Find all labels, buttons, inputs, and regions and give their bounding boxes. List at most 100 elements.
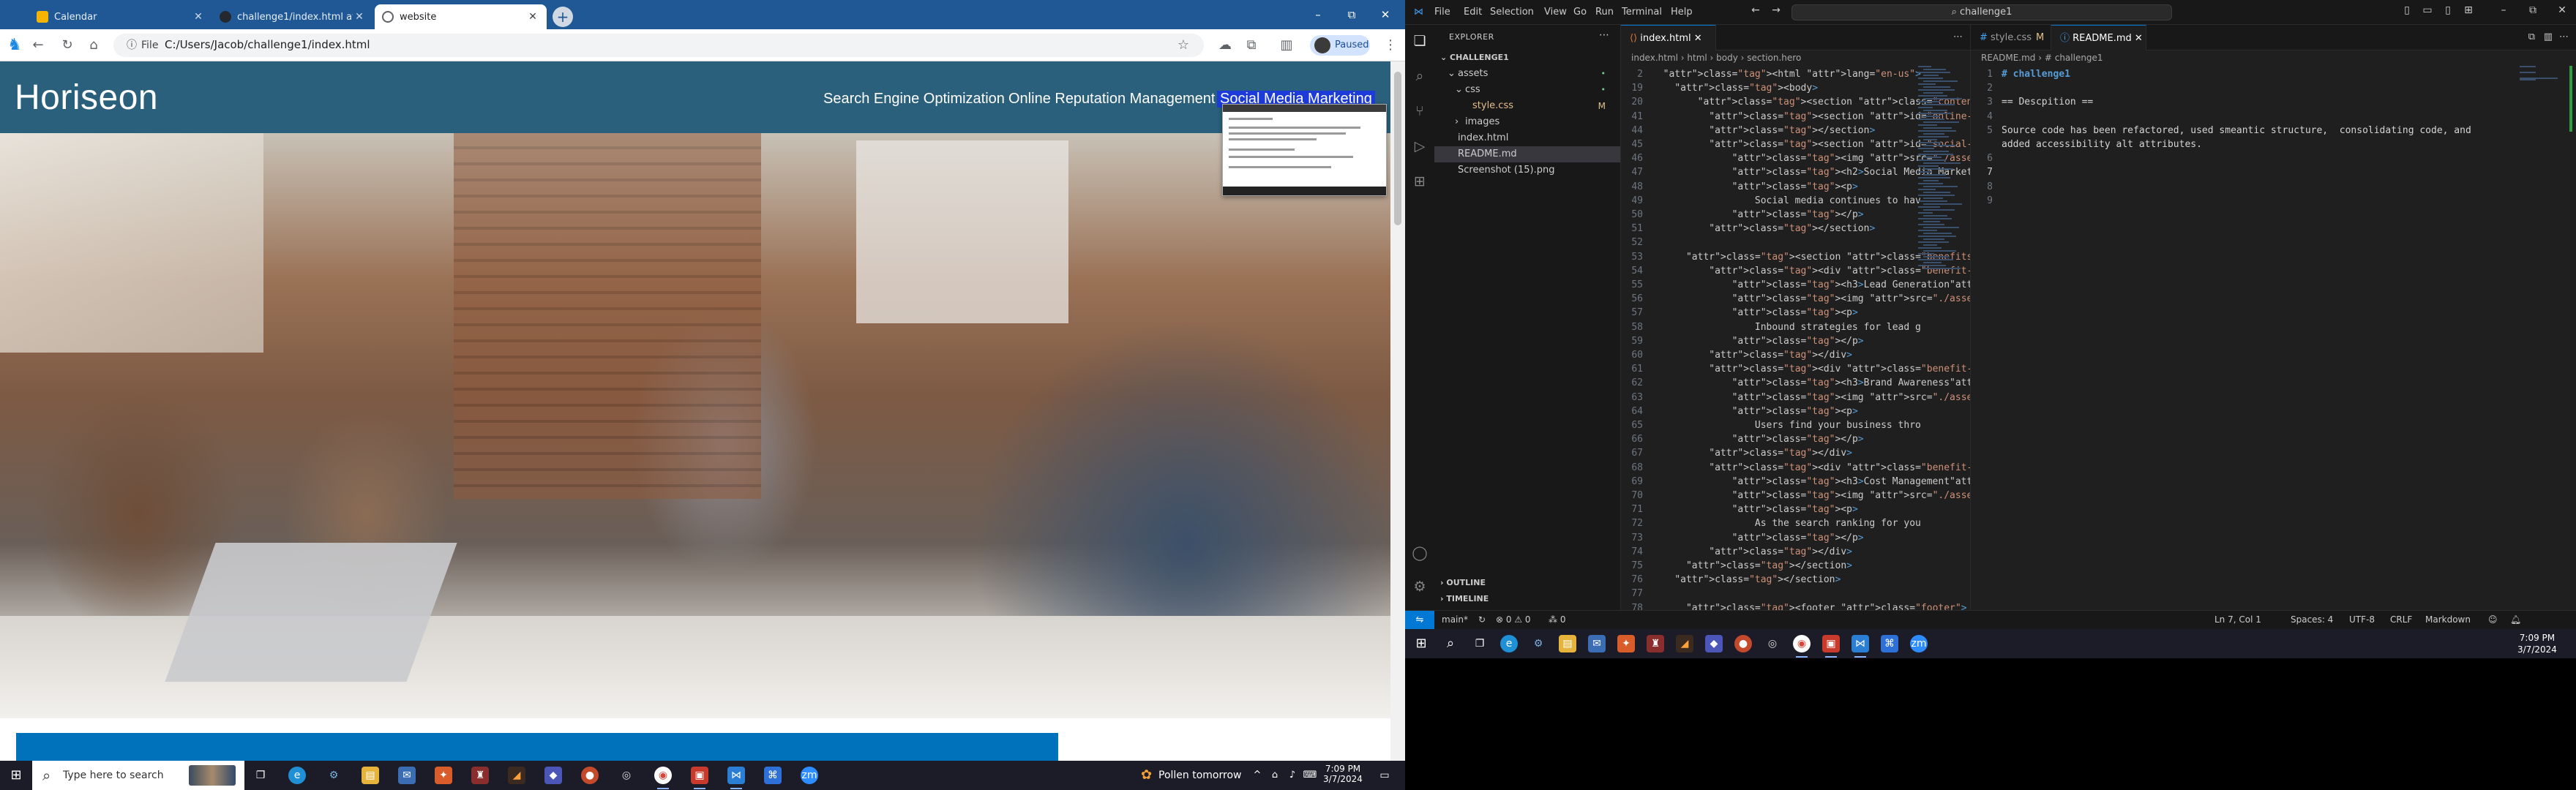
code-line[interactable]: 48 "attr">class="tag"><p>: [1621, 180, 1857, 194]
nav-forward-icon[interactable]: →: [1768, 4, 1784, 16]
edge-icon[interactable]: e: [288, 767, 306, 784]
code-line[interactable]: 60 "attr">class="tag"></div>: [1621, 348, 1852, 362]
code-line[interactable]: 52: [1621, 236, 1652, 249]
code-line[interactable]: 77: [1621, 587, 1652, 601]
menu-go[interactable]: Go: [1573, 7, 1587, 18]
reload-icon[interactable]: ↻: [59, 37, 76, 54]
app-red-icon[interactable]: ●: [1734, 635, 1752, 652]
restore-button[interactable]: ⧉: [1335, 0, 1368, 29]
outline-section[interactable]: › OUTLINE: [1434, 575, 1620, 591]
explorer-icon[interactable]: ❏: [1411, 32, 1429, 50]
bookmark-star-icon[interactable]: ☆: [1175, 37, 1192, 54]
workspace-root[interactable]: ⌄ CHALLENGE1: [1434, 50, 1620, 66]
app-grey-icon[interactable]: ◎: [1764, 635, 1781, 652]
language-icon[interactable]: ⌨: [1301, 767, 1319, 784]
tab-calendar[interactable]: Calendar ✕: [29, 4, 212, 29]
menu-edit[interactable]: Edit: [1464, 7, 1482, 18]
app-grey-icon[interactable]: ◎: [618, 767, 635, 784]
code-line[interactable]: 8: [1971, 180, 2002, 194]
task-view-icon[interactable]: ❐: [252, 767, 269, 784]
game-icon[interactable]: ♜: [1647, 635, 1664, 652]
menu-view[interactable]: View: [1544, 7, 1567, 18]
source-control-icon[interactable]: ⑂: [1411, 102, 1429, 120]
command-center[interactable]: ⌕ challenge1: [1791, 4, 2172, 20]
sync-icon[interactable]: ↻: [1478, 614, 1486, 625]
file-explorer-icon[interactable]: ▤: [362, 767, 379, 784]
taskbar-clock[interactable]: 7:09 PM 3/7/2024: [1317, 764, 1368, 784]
file-tree-item[interactable]: ⌄ css •: [1434, 82, 1620, 98]
app-orange-icon[interactable]: ✦: [435, 767, 452, 784]
volume-icon[interactable]: ♪: [1284, 767, 1301, 784]
app-vscode-alt-icon[interactable]: ⌘: [1881, 635, 1898, 652]
nav-seo[interactable]: Search Engine Optimization: [823, 91, 1005, 108]
minimize-button[interactable]: –: [1301, 0, 1335, 29]
profile-paused-button[interactable]: Paused: [1310, 35, 1370, 56]
accounts-icon[interactable]: ◯: [1411, 544, 1429, 562]
line-ending[interactable]: CRLF: [2390, 614, 2412, 625]
open-preview-icon[interactable]: ⧉: [2528, 31, 2535, 42]
app-red-icon[interactable]: ●: [581, 767, 599, 784]
split-editor-icon[interactable]: ▥: [2544, 31, 2553, 42]
vscode-icon[interactable]: ⋈: [727, 767, 745, 789]
minimize-icon[interactable]: –: [2496, 4, 2512, 16]
code-line[interactable]: 66 "attr">class="tag"></p>: [1621, 432, 1863, 446]
customize-layout-icon[interactable]: ⊞: [2460, 4, 2476, 16]
close-tab-icon[interactable]: ✕: [2135, 33, 2143, 44]
code-line[interactable]: 72 As the search ranking for you: [1621, 516, 1921, 530]
code-line[interactable]: 19 "attr">class="tag"><body>: [1621, 81, 1818, 95]
code-line[interactable]: 76 "attr">class="tag"></section>: [1621, 573, 1841, 587]
tab-website[interactable]: website ✕: [375, 4, 547, 29]
code-line[interactable]: 4: [1971, 110, 2002, 124]
close-icon[interactable]: ✕: [2554, 4, 2570, 16]
mail-icon[interactable]: ✉: [1588, 635, 1606, 652]
code-line[interactable]: 67 "attr">class="tag"></div>: [1621, 446, 1852, 460]
timeline-section[interactable]: › TIMELINE: [1434, 591, 1620, 607]
close-tab-icon[interactable]: ✕: [192, 11, 205, 23]
task-view-icon[interactable]: ❐: [1471, 635, 1489, 652]
code-line[interactable]: 9: [1971, 194, 2002, 208]
code-line[interactable]: 73 "attr">class="tag"></p>: [1621, 531, 1863, 545]
breadcrumb[interactable]: README.md › # challenge1: [1981, 53, 2103, 63]
file-explorer-icon[interactable]: ▤: [1559, 635, 1576, 652]
nav-back-icon[interactable]: ←: [1748, 4, 1764, 16]
app-orange-icon[interactable]: ✦: [1617, 635, 1635, 652]
code-line[interactable]: 2 "attr">class="tag"><html "attr">lang="…: [1621, 67, 1921, 81]
feedback-icon[interactable]: ☺: [2488, 614, 2498, 625]
toggle-sidebar-icon[interactable]: ▯: [2399, 4, 2415, 16]
search-icon[interactable]: ⌕: [1442, 635, 1459, 652]
minimap[interactable]: [1918, 66, 1963, 607]
run-debug-icon[interactable]: ▷: [1411, 138, 1429, 155]
file-tree-item[interactable]: index.html: [1434, 130, 1620, 146]
file-tree-item[interactable]: Screenshot (15).png: [1434, 162, 1620, 178]
code-line[interactable]: 44 "attr">class="tag"></section>: [1621, 124, 1875, 138]
settings-gear-icon[interactable]: ⚙: [1411, 578, 1429, 595]
remote-indicator-icon[interactable]: ⇋: [1405, 611, 1434, 629]
editor-actions-more-icon[interactable]: ⋯: [2559, 31, 2569, 42]
windows-start-icon[interactable]: ⊞: [7, 767, 25, 784]
code-line[interactable]: 1 # challenge1: [1971, 67, 2070, 81]
close-tab-icon[interactable]: ✕: [353, 11, 366, 23]
app-launcher-icon[interactable]: ◢: [1676, 635, 1693, 652]
code-line[interactable]: 57 "attr">class="tag"><p>: [1621, 306, 1857, 320]
menu-terminal[interactable]: Terminal: [1622, 7, 1662, 18]
page-scrollbar[interactable]: [1390, 61, 1405, 761]
code-line[interactable]: 3 == Descpition ==: [1971, 95, 2093, 109]
home-icon[interactable]: ⌂: [85, 37, 102, 54]
address-bar[interactable]: File C:/Users/Jacob/challenge1/index.htm…: [113, 34, 1204, 57]
code-line[interactable]: 78 "attr">class="tag"><footer "attr">cla…: [1621, 601, 1966, 610]
site-logo[interactable]: Horiseon: [15, 78, 158, 118]
code-line[interactable]: 51 "attr">class="tag"></section>: [1621, 222, 1875, 236]
menu-selection[interactable]: Selection: [1490, 7, 1534, 18]
language-mode[interactable]: Markdown: [2425, 614, 2471, 625]
file-tree-item[interactable]: ⌄ assets •: [1434, 66, 1620, 82]
menu-file[interactable]: File: [1434, 7, 1450, 18]
mail-icon[interactable]: ✉: [398, 767, 416, 784]
game-icon[interactable]: ♜: [471, 767, 489, 784]
menu-run[interactable]: Run: [1595, 7, 1614, 18]
toggle-panel-icon[interactable]: ▭: [2419, 4, 2435, 16]
back-icon[interactable]: ←: [29, 37, 47, 54]
notification-icon[interactable]: ▭: [1376, 767, 1393, 784]
site-info-chip[interactable]: File: [121, 37, 165, 53]
taskbar-search[interactable]: Type here to search: [32, 761, 244, 790]
code-line[interactable]: 5 Source code has been refactored, used s…: [1971, 124, 2471, 138]
